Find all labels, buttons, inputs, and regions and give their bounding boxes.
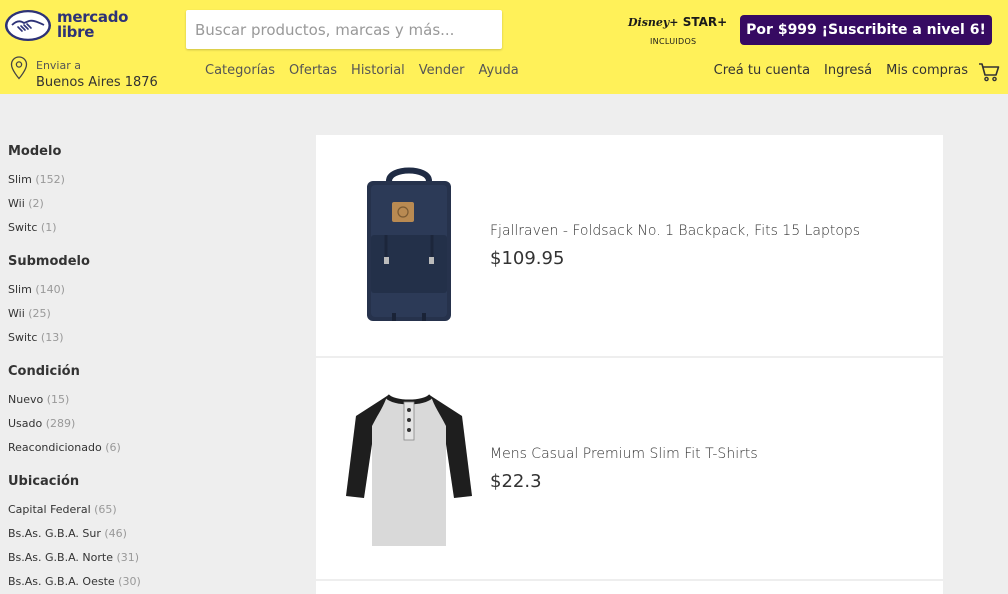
filter-item[interactable]: Slim (140) [8,278,288,302]
backpack-image[interactable] [334,163,484,333]
disney-plus-logo: Disney+ [628,16,679,29]
product-title[interactable]: Mens Casual Premium Slim Fit T-Shirts [490,446,758,462]
filter-item[interactable]: Slim (152) [8,168,288,192]
header: mercado libre Disney+ STAR+ INCLUIDOS Po… [0,0,1008,94]
filter-group-modelo: Modelo Slim (152) Wii (2) Switc (1) [8,142,288,240]
product-title[interactable]: Fjallraven - Foldsack No. 1 Backpack, Fi… [490,223,860,239]
filter-item[interactable]: Bs.As. G.B.A. Norte (31) [8,546,288,570]
subscription-promo-button[interactable]: Por $999 ¡Suscribite a nivel 6! [740,15,992,45]
disney-star-badge[interactable]: Disney+ STAR+ INCLUIDOS [628,15,732,49]
filter-group-ubicacion: Ubicación Capital Federal (65) Bs.As. G.… [8,472,288,594]
cart-icon[interactable] [978,62,1000,82]
filter-title: Condición [8,364,80,379]
nav-historial[interactable]: Historial [351,63,405,78]
star-plus-logo: STAR+ [682,15,728,29]
create-account-link[interactable]: Creá tu cuenta [714,63,810,78]
filter-title: Ubicación [8,474,80,489]
nav-ofertas[interactable]: Ofertas [289,63,337,78]
filter-item[interactable]: Usado (289) [8,412,288,436]
filter-item[interactable]: Switc (1) [8,216,288,240]
filter-title: Modelo [8,144,62,159]
product-card[interactable]: Fjallraven - Foldsack No. 1 Backpack, Fi… [316,135,943,357]
product-price: $109.95 [490,248,565,269]
filter-item[interactable]: Capital Federal (65) [8,498,288,522]
filter-item[interactable]: Wii (2) [8,192,288,216]
location-address: Buenos Aires 1876 [36,75,158,90]
product-card[interactable]: Mens Casual Premium Slim Fit T-Shirts $2… [316,358,943,580]
nav-ayuda[interactable]: Ayuda [479,63,519,78]
filter-item[interactable]: Nuevo (15) [8,388,288,412]
main-nav: Categorías Ofertas Historial Vender Ayud… [205,63,519,78]
disney-included-label: INCLUIDOS [650,37,697,46]
search-box[interactable] [186,10,502,49]
filter-item[interactable]: Reacondicionado (6) [8,436,288,460]
filter-group-condicion: Condición Nuevo (15) Usado (289) Reacond… [8,362,288,460]
nav-vender[interactable]: Vender [419,63,465,78]
filter-title: Submodelo [8,254,90,269]
location-pin-icon [10,56,28,80]
product-price: $22.3 [490,471,542,492]
search-input[interactable] [186,10,502,49]
filter-item[interactable]: Wii (25) [8,302,288,326]
user-nav: Creá tu cuenta Ingresá Mis compras [714,63,968,78]
results-list: Fjallraven - Foldsack No. 1 Backpack, Fi… [316,135,943,594]
filter-item[interactable]: Bs.As. G.B.A. Sur (46) [8,522,288,546]
mercadolibre-logo[interactable]: mercado libre [4,9,134,45]
login-link[interactable]: Ingresá [824,63,872,78]
shipping-location[interactable]: Enviar a Buenos Aires 1876 [8,54,178,92]
location-label: Enviar a [36,59,81,72]
handshake-logo-icon [5,10,51,41]
tshirt-image[interactable] [334,386,484,556]
product-card-partial[interactable] [316,581,943,594]
my-purchases-link[interactable]: Mis compras [886,63,968,78]
logo-text-line2: libre [57,23,95,41]
filters-sidebar: Modelo Slim (152) Wii (2) Switc (1) Subm… [8,142,288,594]
nav-categorias[interactable]: Categorías [205,63,275,78]
filter-group-submodelo: Submodelo Slim (140) Wii (25) Switc (13) [8,252,288,350]
filter-item[interactable]: Switc (13) [8,326,288,350]
filter-item[interactable]: Bs.As. G.B.A. Oeste (30) [8,570,288,594]
